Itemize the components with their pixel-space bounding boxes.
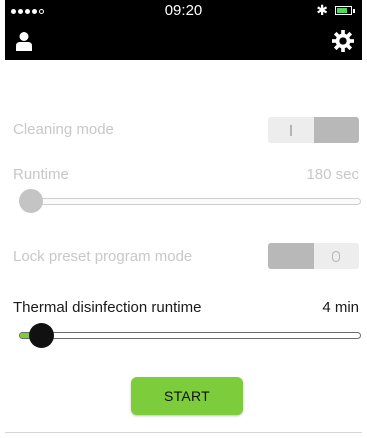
toggle-off-segment [268,117,314,143]
app-header [5,22,362,60]
lock-preset-toggle[interactable] [268,243,359,269]
bluetooth-icon: ✱ [316,2,328,18]
status-bar: 09:20 ✱ [5,0,362,22]
toggle-on-segment [268,243,314,269]
start-button[interactable]: START [131,377,243,415]
toggle-i-glyph [289,124,292,136]
cleaning-mode-label: Cleaning mode [13,121,114,138]
lock-preset-label: Lock preset program mode [13,248,193,265]
runtime-label: Runtime [13,166,69,183]
runtime-slider[interactable] [19,198,361,205]
battery-nub [353,9,355,13]
thermal-runtime-value: 4 min [322,299,359,316]
cleaning-mode-toggle[interactable] [268,117,359,143]
thermal-slider-thumb[interactable] [28,323,54,348]
toggle-off-segment [314,243,360,269]
user-icon[interactable] [16,31,32,51]
battery-level-fill [337,8,347,13]
bottom-divider [5,432,362,433]
gear-icon[interactable] [332,30,354,52]
runtime-slider-thumb[interactable] [19,189,43,213]
toggle-on-segment [313,117,359,143]
thermal-runtime-slider[interactable] [19,332,361,339]
battery-icon [335,6,352,15]
status-time: 09:20 [164,2,203,19]
runtime-value: 180 sec [306,166,359,183]
thermal-runtime-label: Thermal disinfection runtime [13,299,202,316]
toggle-o-glyph [332,250,341,262]
